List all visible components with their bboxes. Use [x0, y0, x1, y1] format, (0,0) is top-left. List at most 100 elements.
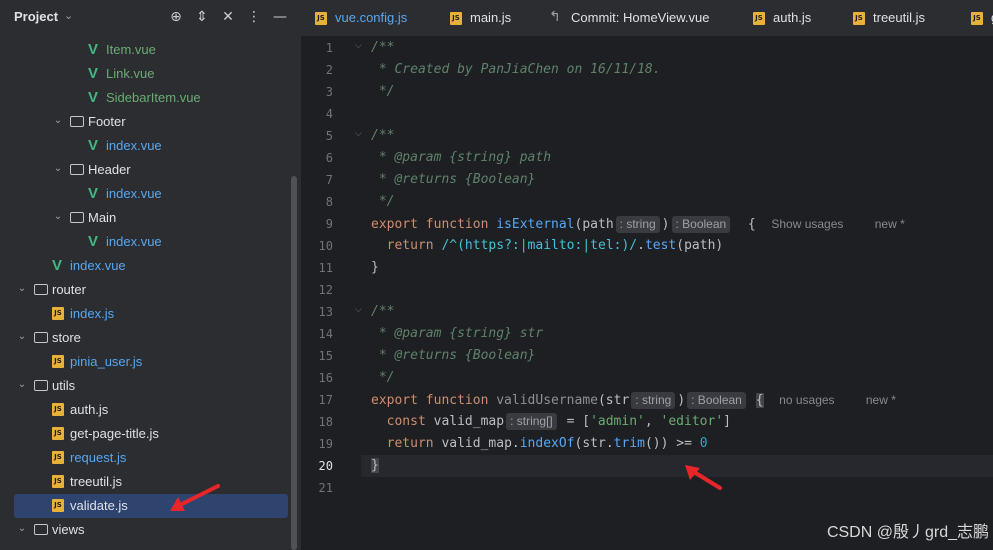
tree-item-label: treeutil.js [70, 474, 123, 489]
line-number: 17 [318, 393, 333, 407]
chevron-down-icon[interactable]: ⌄ [52, 163, 64, 174]
tree-item-label: request.js [70, 450, 127, 465]
usages-hint: no usages [779, 393, 835, 407]
line-number: 12 [318, 283, 333, 297]
tree-file[interactable]: V Item.vue [0, 38, 301, 62]
locate-icon[interactable]: ⊕ [167, 8, 185, 26]
folder-icon [34, 522, 50, 538]
tree-item-label: Link.vue [106, 66, 155, 81]
code-editor[interactable]: /** * Created by PanJiaChen on 16/11/18.… [361, 37, 993, 550]
tree-file[interactable]: Vindex.vue [0, 134, 301, 158]
code-line-6: * @param {string} path [371, 150, 552, 165]
project-title[interactable]: Project [14, 9, 58, 24]
project-sidebar: Project ⌄ ⊕ ⇕ ✕ ⋮ — V Item.vue V Link.vue V S… [0, 0, 301, 550]
code-line-7: * @returns {Boolean} [371, 172, 536, 187]
line-number: 20 [318, 459, 333, 473]
author-hint: new * [874, 217, 905, 231]
line-number: 11 [318, 261, 333, 275]
js-file-icon: JS [753, 12, 765, 25]
tree-folder[interactable]: ⌄ views [0, 518, 301, 542]
more-options-icon[interactable]: ⋮ [245, 8, 263, 26]
tree-item-label: validate.js [70, 498, 128, 513]
watermark: CSDN @殷丿grd_志鹏 [826, 524, 989, 541]
chevron-down-icon[interactable]: ⌄ [16, 283, 28, 294]
code-line-3: */ [371, 84, 395, 99]
type-hint: : string [631, 392, 676, 409]
code-line-1: /** [371, 40, 395, 55]
line-number: 16 [318, 371, 333, 385]
tab-label: main.js [470, 10, 512, 25]
tree-file[interactable]: JS treeutil.js [0, 470, 301, 494]
vue-file-icon: V [88, 137, 99, 154]
tab-label: Commit: HomeView.vue [571, 10, 710, 25]
chevron-down-icon[interactable]: ⌄ [16, 331, 28, 342]
code-line-17: export function validUsername(str: strin… [371, 392, 896, 409]
tree-item-label: Footer [88, 114, 126, 129]
code-line-15: * @returns {Boolean} [371, 348, 536, 363]
js-file-icon: JS [52, 307, 64, 320]
vue-file-icon: V [52, 257, 63, 274]
line-number: 3 [325, 85, 333, 99]
tree-file[interactable]: Vindex.vue [0, 182, 301, 206]
chevron-down-icon[interactable]: ⌄ [52, 211, 64, 222]
line-number: 15 [318, 349, 333, 363]
js-file-icon: JS [52, 499, 64, 512]
line-number: 9 [325, 217, 333, 231]
tree-folder[interactable]: ⌄ utils [0, 374, 301, 398]
tree-item-label: index.vue [106, 186, 162, 201]
js-file-icon: JS [971, 12, 983, 25]
js-file-icon: JS [853, 12, 865, 25]
hide-panel-icon[interactable]: — [271, 8, 289, 26]
tree-file[interactable]: JS pinia_user.js [0, 350, 301, 374]
tree-file[interactable]: Vindex.vue [0, 230, 301, 254]
tree-file[interactable]: JS auth.js [0, 398, 301, 422]
tree-file[interactable]: V Link.vue [0, 62, 301, 86]
show-usages-link[interactable]: Show usages [771, 217, 843, 231]
expand-all-icon[interactable]: ⇕ [193, 8, 211, 26]
tree-folder[interactable]: ⌄ router [0, 278, 301, 302]
tree-item-label: auth.js [70, 402, 109, 417]
tree-folder[interactable]: ⌄ Main [0, 206, 301, 230]
sidebar-scrollbar[interactable] [291, 176, 297, 550]
chevron-down-icon[interactable]: ⌄ [16, 379, 28, 390]
tree-item-label: Header [88, 162, 131, 177]
tab-label: vue.config.js [335, 10, 408, 25]
line-number: 19 [318, 437, 333, 451]
tree-folder[interactable]: ⌄ Footer [0, 110, 301, 134]
tree-item-label: router [52, 282, 86, 297]
tree-item-label: Main [88, 210, 117, 225]
chevron-down-icon[interactable]: ⌄ [52, 115, 64, 126]
tree-file[interactable]: V SidebarItem.vue [0, 86, 301, 110]
code-line-20: } [371, 458, 379, 473]
code-line-10: return /^(https?:|mailto:|tel:)/.test(pa… [371, 238, 724, 253]
line-number: 6 [325, 151, 333, 165]
tab-label: treeutil.js [873, 10, 926, 25]
collapse-all-icon[interactable]: ✕ [219, 8, 237, 26]
folder-icon [70, 210, 86, 226]
tree-file[interactable]: JS request.js [0, 446, 301, 470]
code-line-11: } [371, 260, 379, 275]
code-line-5: /** [371, 128, 395, 143]
tree-file[interactable]: Vindex.vue [0, 254, 301, 278]
js-file-icon: JS [52, 475, 64, 488]
chevron-down-icon[interactable]: ⌄ [64, 9, 73, 22]
type-hint: : string [615, 216, 660, 233]
code-line-18: const valid_map: string[] = ['admin', 'e… [371, 413, 731, 430]
code-line-13: /** [371, 304, 395, 319]
code-line-19: return valid_map.indexOf(str.trim()) >= … [371, 436, 708, 451]
folder-icon [70, 162, 86, 178]
tree-folder[interactable]: ⌄ Header [0, 158, 301, 182]
line-number: 8 [325, 195, 333, 209]
js-file-icon: JS [52, 427, 64, 440]
line-number: 7 [325, 173, 333, 187]
tree-file[interactable]: JS validate.js [14, 494, 288, 518]
tree-file[interactable]: JS get-page-title.js [0, 422, 301, 446]
chevron-down-icon[interactable]: ⌄ [16, 523, 28, 534]
tree-folder[interactable]: ⌄ store [0, 326, 301, 350]
tree-file[interactable]: JS index.js [0, 302, 301, 326]
js-file-icon: JS [52, 355, 64, 368]
code-line-16: */ [371, 370, 395, 385]
js-file-icon: JS [315, 12, 327, 25]
tree-item-label: utils [52, 378, 76, 393]
line-number: 5 [325, 129, 333, 143]
